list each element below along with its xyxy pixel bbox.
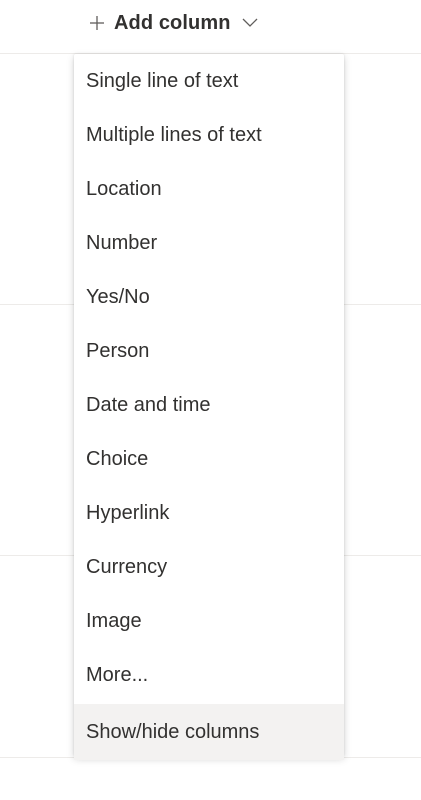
menu-item-number[interactable]: Number: [74, 216, 344, 270]
add-column-menu: Single line of text Multiple lines of te…: [74, 54, 344, 760]
menu-item-date-and-time[interactable]: Date and time: [74, 378, 344, 432]
menu-item-yes-no[interactable]: Yes/No: [74, 270, 344, 324]
menu-item-location[interactable]: Location: [74, 162, 344, 216]
menu-item-currency[interactable]: Currency: [74, 540, 344, 594]
menu-item-choice[interactable]: Choice: [74, 432, 344, 486]
menu-item-image[interactable]: Image: [74, 594, 344, 648]
menu-item-hyperlink[interactable]: Hyperlink: [74, 486, 344, 540]
list-header: Add column: [0, 0, 421, 54]
add-column-label: Add column: [114, 11, 231, 34]
add-column-button[interactable]: Add column: [88, 9, 259, 37]
menu-item-single-line-of-text[interactable]: Single line of text: [74, 54, 344, 108]
menu-item-show-hide-columns[interactable]: Show/hide columns: [74, 704, 344, 760]
chevron-down-icon: [242, 18, 258, 27]
plus-icon: [90, 16, 104, 30]
menu-item-person[interactable]: Person: [74, 324, 344, 378]
menu-item-more[interactable]: More...: [74, 648, 344, 702]
menu-item-multiple-lines-of-text[interactable]: Multiple lines of text: [74, 108, 344, 162]
